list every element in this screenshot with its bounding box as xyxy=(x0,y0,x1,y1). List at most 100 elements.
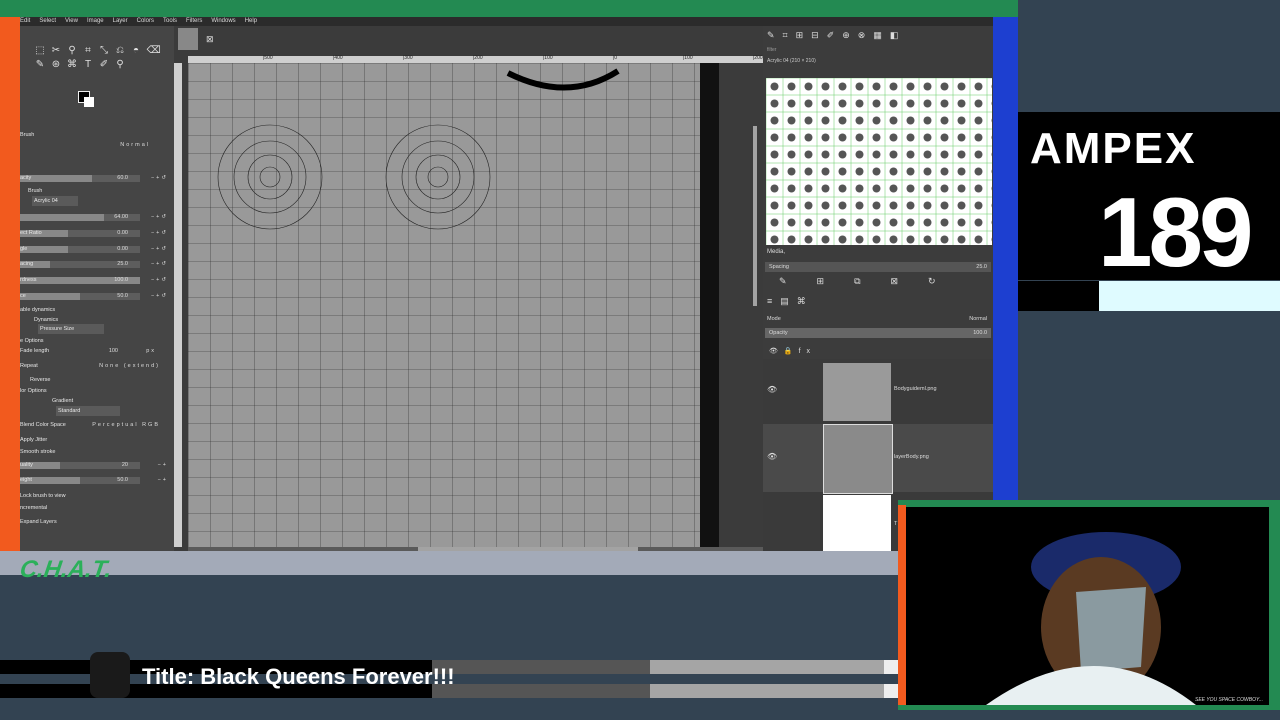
transform-tool-icon[interactable]: ⤡ xyxy=(96,44,112,58)
option-value[interactable]: 0.00 xyxy=(117,228,128,238)
layer-row[interactable]: 👁 Bodyguideml.png xyxy=(763,363,993,421)
close-tab-icon[interactable]: ⊠ xyxy=(206,34,214,45)
mode-value[interactable]: Normal xyxy=(120,140,150,150)
pencil-tool-icon[interactable]: ✎ xyxy=(32,58,48,72)
layers-tab-icons[interactable]: ≡▤⌘ xyxy=(767,296,814,307)
menu-bar: Edit Select View Image Layer Colors Tools Filte… xyxy=(20,17,993,26)
tool-grid: ⬚ ✂ ⚲ ⌗ ⤡ ⎌ ◓ ⌫✎ ⊛ ⌘ T ✐ ⚲ xyxy=(32,44,164,72)
option-value[interactable]: 60.0 xyxy=(117,173,128,183)
blend-value[interactable]: Perceptual RGB xyxy=(92,420,160,430)
canvas-area: ⊠ |500 |400 |300 |200 |100 |0 |100 |200 xyxy=(174,26,763,551)
layer-opacity-slider[interactable]: Opacity 100.0 xyxy=(765,328,991,338)
avatar xyxy=(986,532,1196,705)
vertical-scrollbar[interactable] xyxy=(753,126,757,306)
layer-mode-row[interactable]: Mode Normal xyxy=(767,314,991,324)
layer-thumbnail xyxy=(823,424,893,494)
option-controls[interactable]: −+↺ xyxy=(151,244,168,254)
menu-item-view[interactable]: View xyxy=(65,18,78,24)
options-header[interactable]: e Options xyxy=(20,336,44,346)
text-tool-icon[interactable]: T xyxy=(80,58,96,72)
option-label: gle xyxy=(20,246,28,252)
scissors-tool-icon[interactable]: ✂ xyxy=(48,44,64,58)
smooth-label[interactable]: Smooth stroke xyxy=(20,447,55,457)
menu-item-colors[interactable]: Colors xyxy=(137,18,154,24)
image-thumbnail[interactable] xyxy=(178,28,198,50)
dock-tab-icons[interactable]: ✎⌗⊞⊟✐⊕⊗▦◧ xyxy=(767,30,906,41)
brush-actions[interactable]: ✎⊞⧉⊠↻ xyxy=(779,276,966,287)
gradient-value[interactable]: Standard xyxy=(56,406,121,416)
path-tool-icon[interactable]: ⌘ xyxy=(64,58,80,72)
fade-value[interactable]: 100 xyxy=(109,346,118,356)
visibility-eye-icon[interactable]: 👁 xyxy=(767,452,777,461)
option-value[interactable]: 25.0 xyxy=(117,259,128,269)
option-slider-row[interactable]: acity 60.0 −+↺ xyxy=(20,173,170,183)
wand-tool-icon[interactable]: ⚲ xyxy=(64,44,80,58)
option-controls[interactable]: −+↺ xyxy=(151,291,168,301)
repeat-value[interactable]: None (extend) xyxy=(99,361,160,371)
option-value[interactable]: 100.0 xyxy=(114,275,128,285)
menu-item-image[interactable]: Image xyxy=(87,18,104,24)
option-slider-row[interactable]: acing 25.0 −+↺ xyxy=(20,259,170,269)
layer-opacity-value: 100.0 xyxy=(973,330,987,336)
menu-item-help[interactable]: Help xyxy=(245,18,257,24)
option-value[interactable]: 0.00 xyxy=(117,244,128,254)
layer-thumbnail xyxy=(823,495,891,551)
option-controls[interactable]: −+↺ xyxy=(151,212,168,222)
brand-bar-dark xyxy=(1018,281,1099,311)
menu-item-select[interactable]: Select xyxy=(39,18,56,24)
layer-name[interactable]: T xyxy=(894,521,897,527)
overlay-gray-strip xyxy=(0,551,900,575)
layer-lock-icons[interactable]: 👁🔒fx xyxy=(769,347,816,355)
bucket-fill-icon[interactable]: ◓ xyxy=(128,44,144,58)
clone-tool-icon[interactable]: ⊛ xyxy=(48,58,64,72)
option-controls[interactable]: −+↺ xyxy=(151,228,168,238)
menu-item-edit[interactable]: Edit xyxy=(20,18,30,24)
spacing-slider[interactable]: Spacing 25.0 xyxy=(765,262,991,272)
menu-item-layer[interactable]: Layer xyxy=(113,18,128,24)
filter-label[interactable]: filter xyxy=(767,47,776,53)
option-value[interactable]: 64.00 xyxy=(114,212,128,222)
menu-item-tools[interactable]: Tools xyxy=(163,18,177,24)
menu-item-windows[interactable]: Windows xyxy=(211,18,235,24)
bg-color-swatch[interactable] xyxy=(84,97,94,107)
zoom-tool-icon[interactable]: ⚲ xyxy=(112,58,128,72)
color-options-header[interactable]: lor Options xyxy=(20,386,47,396)
brush-grid[interactable] xyxy=(766,78,992,245)
jitter-label[interactable]: Apply Jitter xyxy=(20,435,47,445)
warp-tool-icon[interactable]: ⎌ xyxy=(112,44,128,58)
image-canvas[interactable] xyxy=(188,63,719,547)
dynamics-header[interactable]: able dynamics xyxy=(20,305,55,315)
layer-mode-value[interactable]: Normal xyxy=(969,314,987,324)
dynamics-value[interactable]: Pressure Size xyxy=(38,324,105,334)
option-slider-row[interactable]: gle 0.00 −+↺ xyxy=(20,244,170,254)
overlay-top-bar xyxy=(0,0,1018,17)
lock-label[interactable]: Lock brush to view xyxy=(20,491,66,501)
crop-tool-icon[interactable]: ⌗ xyxy=(80,44,96,58)
option-slider-row[interactable]: ce 50.0 −+↺ xyxy=(20,291,170,301)
option-slider-row[interactable]: ect Ratio 0.00 −+↺ xyxy=(20,228,170,238)
rect-select-tool-icon[interactable]: ⬚ xyxy=(32,44,48,58)
option-slider-row[interactable]: 64.00 −+↺ xyxy=(20,212,170,222)
option-label: ect Ratio xyxy=(20,230,42,236)
layer-row[interactable]: 👁 layerBody.png xyxy=(763,424,993,494)
option-controls[interactable]: −+↺ xyxy=(151,173,168,183)
option-value[interactable]: 50.0 xyxy=(117,291,128,301)
visibility-eye-icon[interactable]: 👁 xyxy=(767,385,777,394)
incremental-label[interactable]: ncremental xyxy=(20,503,47,513)
brush-section-label: Brush xyxy=(20,132,35,138)
quality-value[interactable]: 20 xyxy=(122,460,128,470)
overlay-left-bar xyxy=(0,17,20,551)
menu-item-filters[interactable]: Filters xyxy=(186,18,202,24)
layer-name[interactable]: Bodyguideml.png xyxy=(894,386,937,392)
fade-unit[interactable]: px xyxy=(146,346,156,356)
brush-name[interactable]: Acrylic 04 xyxy=(32,196,78,206)
option-slider-row[interactable]: rdness 100.0 −+↺ xyxy=(20,275,170,285)
option-controls[interactable]: −+↺ xyxy=(151,259,168,269)
eraser-tool-icon[interactable]: ⌫ xyxy=(146,44,162,58)
reverse-label[interactable]: Reverse xyxy=(30,375,50,385)
picker-tool-icon[interactable]: ✐ xyxy=(96,58,112,72)
weight-value[interactable]: 50.0 xyxy=(117,475,128,485)
expand-label[interactable]: Expand Layers xyxy=(20,517,57,527)
layer-name[interactable]: layerBody.png xyxy=(894,454,929,460)
option-controls[interactable]: −+↺ xyxy=(151,275,168,285)
